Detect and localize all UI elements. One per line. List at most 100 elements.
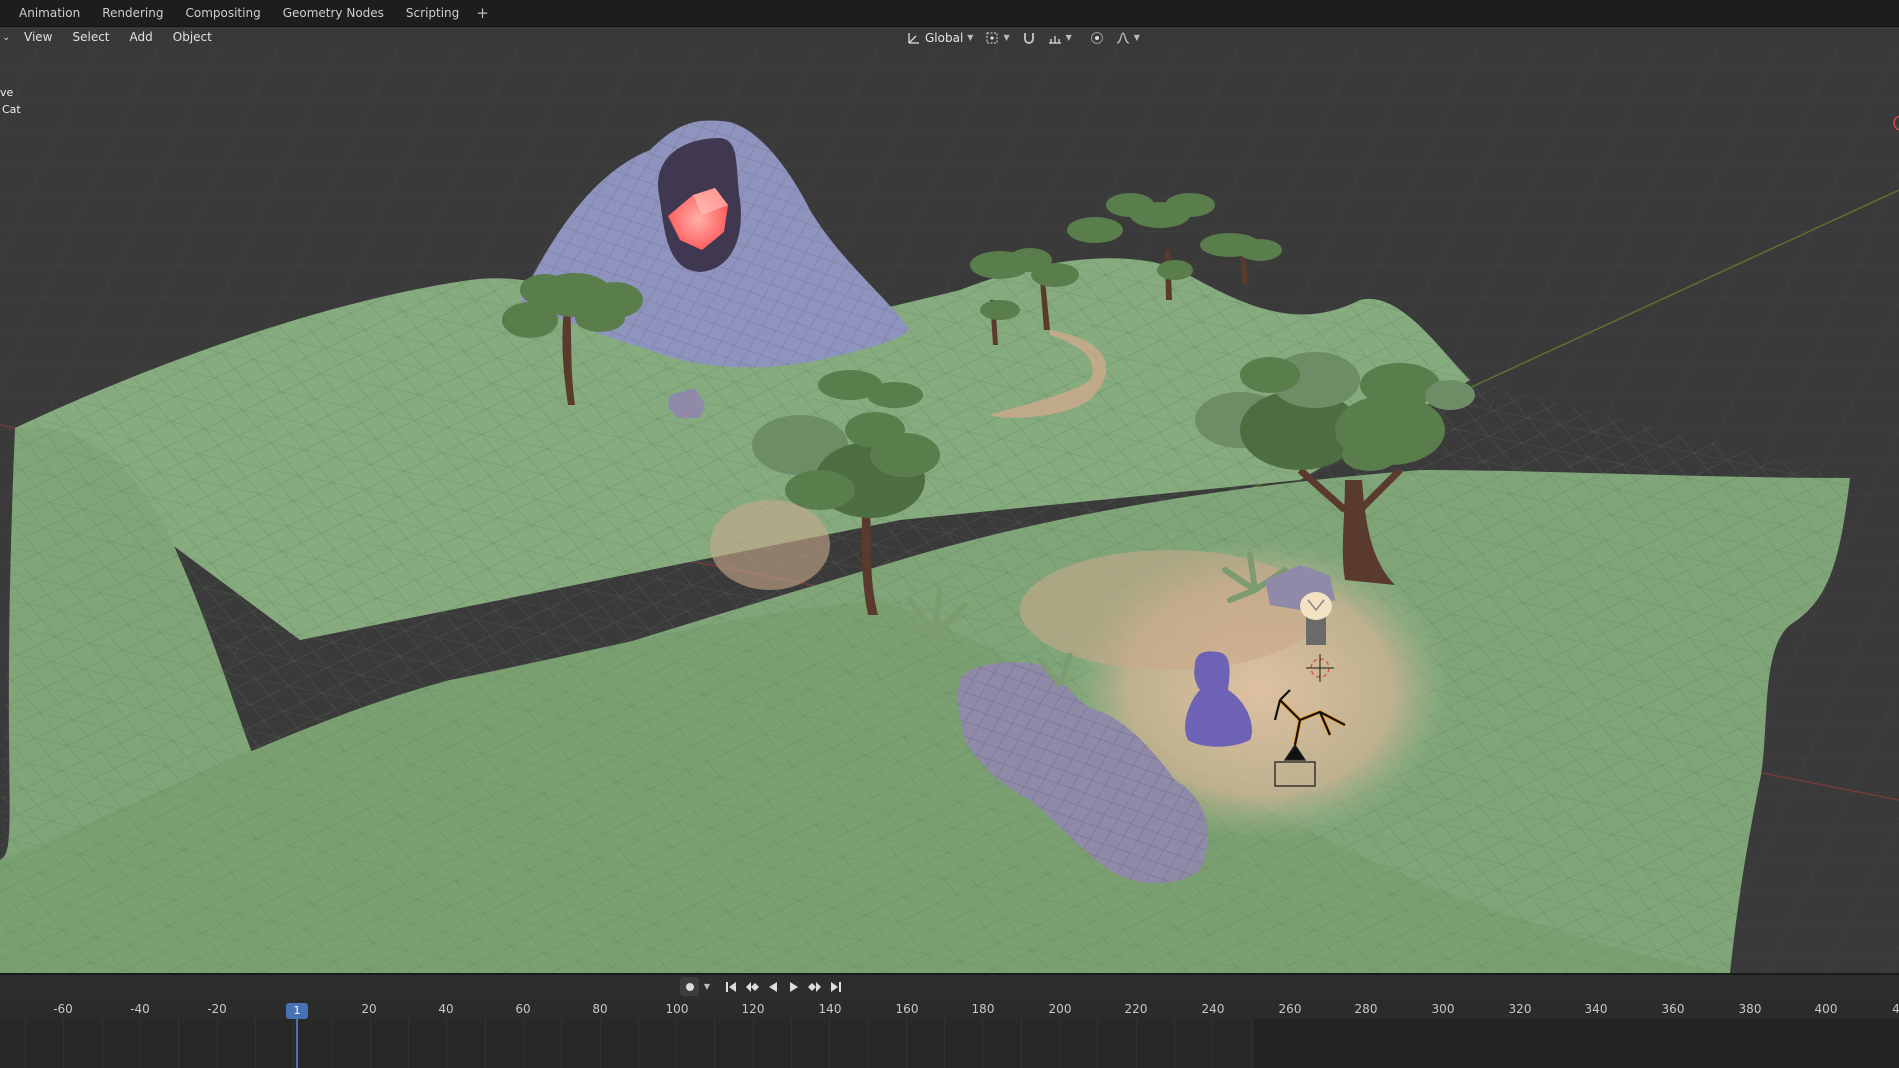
jump-to-start-button[interactable]	[721, 977, 740, 996]
track-gridline	[714, 1019, 715, 1068]
mode-dropdown-arrow-icon[interactable]: ⌄	[0, 32, 14, 43]
track-gridline	[25, 1019, 26, 1068]
track-gridline	[408, 1019, 409, 1068]
blender-window: Animation Rendering Compositing Geometry…	[0, 0, 1899, 1068]
ruler-tick-label: -60	[53, 1002, 73, 1016]
track-gridline	[600, 1019, 601, 1068]
tab-rendering[interactable]: Rendering	[91, 0, 174, 27]
ruler-tick-label: 80	[592, 1002, 608, 1016]
viewport-overlay-text-line-2: Cat	[2, 103, 21, 116]
ruler-tick-label: 220	[1124, 1002, 1148, 1016]
ruler-tick-label: 340	[1584, 1002, 1608, 1016]
falloff-curve-icon	[1116, 31, 1129, 44]
ruler-tick-label: 200	[1048, 1002, 1072, 1016]
ruler-tick-label: 100	[665, 1002, 689, 1016]
record-options-button[interactable]: ▼	[701, 977, 713, 996]
viewport-header-tools: Global ▼ ▼ ▼ ▼	[903, 27, 1144, 48]
add-workspace-button[interactable]: +	[470, 0, 495, 27]
track-gridline	[446, 1019, 447, 1068]
chevron-down-icon: ▼	[967, 33, 974, 42]
track-gridline	[829, 1019, 830, 1068]
track-gridline	[638, 1019, 639, 1068]
play-icon	[789, 981, 798, 992]
chevron-down-icon: ▼	[1133, 33, 1140, 42]
ruler-tick-label: 260	[1278, 1002, 1302, 1016]
snap-toggle[interactable]	[1018, 28, 1040, 47]
proportional-edit-icon	[1090, 31, 1103, 44]
tab-geometry-nodes[interactable]: Geometry Nodes	[272, 0, 395, 27]
scene-render	[0, 48, 1899, 973]
play-button[interactable]	[784, 977, 803, 996]
track-gridline	[523, 1019, 524, 1068]
3d-viewport[interactable]: ve Cat	[0, 48, 1899, 973]
transform-orientation-label: Global	[925, 30, 964, 45]
track-gridline	[561, 1019, 562, 1068]
jump-to-end-button[interactable]	[826, 977, 845, 996]
magnet-icon	[1023, 32, 1034, 44]
track-gridline	[485, 1019, 486, 1068]
play-reverse-button[interactable]	[763, 977, 782, 996]
track-gridline	[255, 1019, 256, 1068]
track-gridline	[753, 1019, 754, 1068]
tab-compositing[interactable]: Compositing	[174, 0, 271, 27]
pivot-point-dropdown[interactable]: ▼	[981, 28, 1013, 47]
viewport-overlay-text-line-1: ve	[0, 86, 14, 99]
ruler-tick-label: -40	[130, 1002, 150, 1016]
record-button[interactable]	[680, 977, 699, 996]
playhead-line	[296, 1019, 298, 1068]
frame-ruler[interactable]: -60 -40 -20 20 40 60 80 100 120 140 160 180 200 220 24…	[0, 999, 1899, 1019]
ruler-tick-label: 380	[1738, 1002, 1762, 1016]
menu-view[interactable]: View	[14, 27, 62, 48]
jump-to-keyframe-prev-button[interactable]	[742, 977, 761, 996]
jump-start-icon	[725, 981, 736, 992]
prev-keyframe-icon	[745, 981, 759, 992]
ruler-tick-label: 240	[1201, 1002, 1225, 1016]
jump-to-keyframe-next-button[interactable]	[805, 977, 824, 996]
orientation-axes-icon	[908, 32, 919, 44]
workspace-tabs-bar: Animation Rendering Compositing Geometry…	[0, 0, 1899, 27]
current-frame-indicator[interactable]: 1	[286, 1003, 308, 1019]
proportional-editing-toggle[interactable]	[1086, 28, 1108, 47]
track-gridline	[102, 1019, 103, 1068]
track-gridline	[906, 1019, 907, 1068]
track-gridline	[1021, 1019, 1022, 1068]
track-gridline	[1059, 1019, 1060, 1068]
record-icon	[685, 982, 694, 991]
proportional-falloff-dropdown[interactable]: ▼	[1112, 28, 1144, 47]
ruler-tick-label: 120	[741, 1002, 765, 1016]
ruler-tick-label: 140	[818, 1002, 842, 1016]
ruler-tick-label: 60	[515, 1002, 531, 1016]
out-of-range-area	[1254, 1019, 1899, 1068]
snap-target-dropdown[interactable]: ▼	[1044, 28, 1076, 47]
menu-object[interactable]: Object	[163, 27, 222, 48]
tab-animation[interactable]: Animation	[8, 0, 91, 27]
chevron-down-icon: ▼	[1003, 33, 1010, 42]
track-gridline	[868, 1019, 869, 1068]
chevron-down-icon: ▼	[703, 982, 711, 991]
track-gridline	[1251, 1019, 1252, 1068]
ruler-tick-label: 280	[1354, 1002, 1378, 1016]
track-gridline	[676, 1019, 677, 1068]
next-keyframe-icon	[807, 981, 821, 992]
track-gridline	[1174, 1019, 1175, 1068]
ruler-tick-label: 20	[361, 1002, 377, 1016]
ruler-tick-label: 360	[1661, 1002, 1685, 1016]
play-reverse-icon	[768, 981, 777, 992]
tab-scripting[interactable]: Scripting	[395, 0, 470, 27]
track-gridline	[1097, 1019, 1098, 1068]
track-gridline	[217, 1019, 218, 1068]
menu-add[interactable]: Add	[120, 27, 163, 48]
playback-controls: ▼	[680, 977, 845, 996]
transform-orientation-dropdown[interactable]: Global ▼	[903, 28, 977, 47]
timeline-editor: ▼ -60 -40 -20 20 40 60 80 100 120 140 16…	[0, 973, 1899, 1068]
pivot-point-icon	[986, 32, 998, 43]
ruler-tick-label: 160	[895, 1002, 919, 1016]
menu-select[interactable]: Select	[62, 27, 119, 48]
track-gridline	[1212, 1019, 1213, 1068]
track-gridline	[140, 1019, 141, 1068]
timeline-track-area[interactable]	[0, 1019, 1899, 1068]
timeline-header: ▼	[0, 975, 1899, 999]
ruler-tick-label: 40	[438, 1002, 454, 1016]
ruler-tick-label: -20	[207, 1002, 227, 1016]
track-gridline	[178, 1019, 179, 1068]
